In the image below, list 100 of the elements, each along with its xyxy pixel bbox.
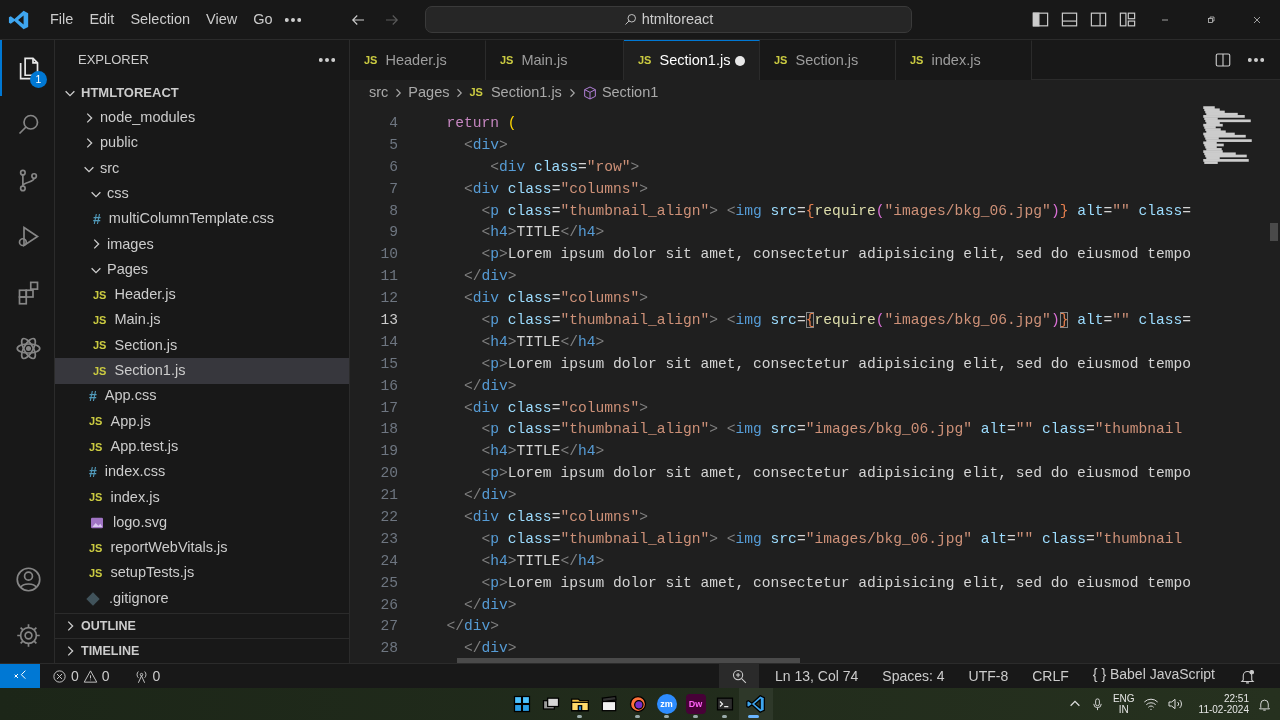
tree-row[interactable]: node_modules: [55, 105, 349, 131]
breadcrumb-item[interactable]: Pages: [408, 81, 450, 104]
zoom-button[interactable]: [719, 664, 759, 688]
line-number: 11: [379, 267, 398, 287]
editor-tab[interactable]: JS Section.js: [760, 40, 896, 80]
keyboard-region: IN: [1117, 704, 1130, 715]
line-number: 16: [379, 376, 398, 396]
menu-item[interactable]: View: [198, 6, 246, 33]
line-number: 4: [388, 114, 398, 133]
tree-row[interactable]: .gitignore: [55, 585, 349, 612]
ports-button[interactable]: 0: [125, 664, 169, 688]
tree-row[interactable]: css: [55, 181, 349, 207]
editor-tab[interactable]: JS index.js: [896, 40, 1032, 80]
tree-row[interactable]: public: [55, 130, 349, 156]
clock-time: 22:51: [1223, 693, 1249, 704]
line-number: 6: [388, 157, 398, 177]
tree-row[interactable]: # App.css: [55, 383, 349, 409]
more-icon: [1248, 57, 1264, 62]
menu-item[interactable]: Go: [245, 6, 281, 33]
command-center-search[interactable]: htmltoreact: [424, 6, 912, 33]
more-button[interactable]: [284, 17, 301, 22]
split-editor-button[interactable]: [1214, 50, 1232, 69]
file-type-label: JS: [93, 363, 107, 379]
tree-row[interactable]: JS App.js: [55, 408, 349, 435]
status-item[interactable]: Spaces: 4: [874, 664, 953, 688]
section-header[interactable]: OUTLINE: [55, 613, 349, 638]
line-number: 24: [379, 551, 398, 571]
wifi-icon: [1142, 696, 1159, 712]
file-type-label: JS: [910, 53, 924, 69]
more-icon: [284, 17, 301, 22]
more-button[interactable]: [1248, 57, 1264, 62]
code-line: <p class="thumbnail_align"> <img src={require("images/bkg_06.jpg")} alt="" class=: [480, 201, 1192, 221]
file-type-label: #: [89, 386, 97, 406]
line-number: 21: [379, 486, 398, 506]
line-number: 26: [379, 595, 398, 615]
tree-row[interactable]: # multiColumnTemplate.css: [55, 206, 349, 232]
error-count: 0: [71, 666, 79, 686]
line-number: 5: [388, 135, 398, 155]
line-number: 23: [379, 529, 398, 549]
code-line: <h4>TITLE</h4>: [480, 332, 605, 352]
tree-row[interactable]: JS index.js: [55, 484, 349, 511]
status-item[interactable]: Ln 13, Col 74: [767, 664, 867, 688]
settings-icon: [15, 621, 42, 649]
file-type-label: JS: [638, 53, 652, 69]
line-number: 25: [379, 573, 398, 593]
tree-row[interactable]: src: [55, 155, 349, 182]
code-line: </div>: [463, 639, 517, 659]
language-mode-button[interactable]: { } Babel JavaScript: [1084, 664, 1223, 688]
tree-row[interactable]: JS Header.js: [55, 282, 349, 308]
menu-item[interactable]: File: [42, 6, 82, 33]
status-item[interactable]: CRLF: [1024, 664, 1077, 688]
code-line: <h4>TITLE</h4>: [480, 223, 605, 243]
scrollbar-thumb[interactable]: [457, 658, 800, 663]
line-number: 27: [379, 617, 398, 637]
tree-row[interactable]: JS Section1.js: [55, 358, 349, 384]
taskbar-app-button[interactable]: Dw: [685, 694, 706, 714]
code-line: <div class="columns">: [463, 398, 648, 418]
scrollbar-thumb[interactable]: [1270, 223, 1278, 241]
line-number: 19: [379, 442, 398, 462]
tree-row[interactable]: JS setupTests.js: [55, 560, 349, 586]
speaker-icon: [1166, 696, 1183, 712]
tree-row[interactable]: HTMLTOREACT: [55, 80, 349, 106]
breadcrumb-item[interactable]: Section1: [581, 81, 659, 104]
breadcrumb-item[interactable]: JS Section1.js: [469, 81, 562, 104]
line-number: 10: [379, 245, 398, 265]
status-item[interactable]: UTF-8: [960, 664, 1017, 688]
start-icon: [511, 694, 532, 714]
editor-tab[interactable]: JS Section1.js: [624, 40, 760, 80]
code-line: </div>: [463, 595, 517, 615]
tree-row[interactable]: JS reportWebVitals.js: [55, 535, 349, 561]
taskbar-app-button[interactable]: [511, 694, 532, 714]
tree-row[interactable]: # index.css: [55, 459, 349, 485]
menu-item[interactable]: Edit: [81, 6, 123, 33]
more-button[interactable]: [319, 58, 335, 62]
tree-row[interactable]: images: [55, 231, 349, 258]
tree-row[interactable]: JS Section.js: [55, 332, 349, 359]
tree-row[interactable]: JS App.test.js: [55, 434, 349, 460]
cube-icon: [581, 84, 598, 101]
code-line: </div>: [463, 376, 517, 396]
code-line: </div>: [463, 267, 517, 287]
code-line: <h4>TITLE</h4>: [480, 442, 605, 462]
tree-row[interactable]: logo.svg: [55, 510, 349, 536]
tree-row[interactable]: Pages: [55, 257, 349, 283]
editor-tab[interactable]: JS Main.js: [486, 40, 624, 80]
app-logo-icon: [746, 694, 766, 714]
file-type-label: JS: [500, 53, 514, 69]
taskbar-app-button[interactable]: [746, 694, 766, 714]
code-line: <div class="columns">: [463, 508, 648, 528]
editor-tab[interactable]: JS Header.js: [350, 40, 486, 80]
tree-row[interactable]: JS Main.js: [55, 307, 349, 333]
problems-button[interactable]: 0 0: [44, 664, 118, 688]
diamond-icon: [85, 590, 101, 607]
breadcrumb-item[interactable]: src: [369, 81, 389, 104]
code-line: <p>Lorem ipsum dolor sit amet, consectetur adipisicing elit, sed do eiusmod tempo: [480, 354, 1191, 374]
panel-title: EXPLORER: [78, 51, 149, 70]
line-number: 17: [379, 398, 398, 418]
restore-icon: [1205, 13, 1217, 26]
menu-item[interactable]: Selection: [122, 6, 199, 33]
sidebar-layout-icon: [1031, 10, 1050, 29]
file-type-label: JS: [364, 53, 378, 69]
